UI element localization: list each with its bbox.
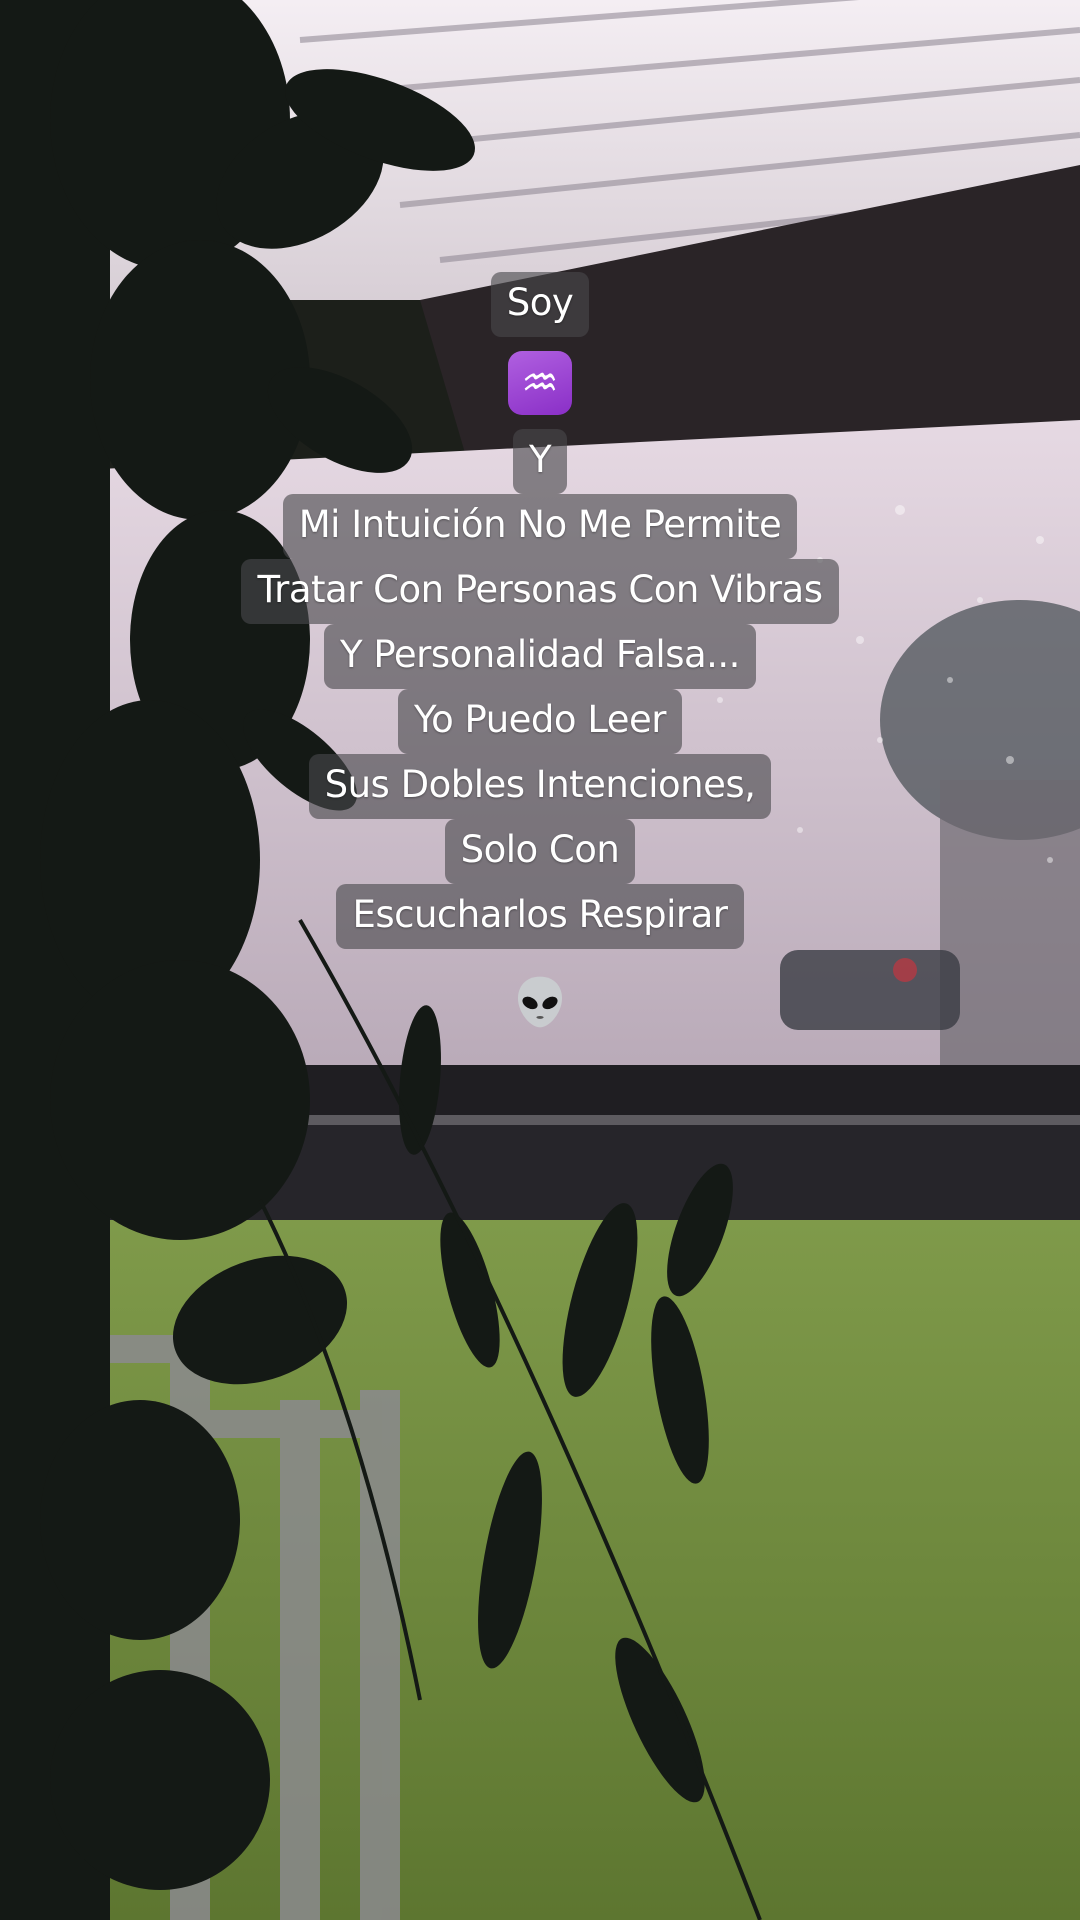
caption-line: Y Personalidad Falsa... [324,624,756,689]
caption-line: Yo Puedo Leer [397,689,683,754]
caption-line: Y [512,429,568,494]
caption-line: Sus Dobles Intenciones, [308,754,772,819]
aquarius-icon: ♒ [508,351,572,415]
story-screen: Soy ♒ Y Mi Intuición No Me Permite Trata… [0,0,1080,1920]
caption-line: Mi Intuición No Me Permite [282,494,798,559]
alien-icon [517,976,563,1028]
caption-line: Tratar Con Personas Con Vibras [241,559,839,624]
caption-line: Escucharlos Respirar [336,884,744,949]
story-caption: Soy ♒ Y Mi Intuición No Me Permite Trata… [0,272,1080,1031]
caption-line: Soy [490,272,590,337]
caption-line: Solo Con [444,819,636,884]
